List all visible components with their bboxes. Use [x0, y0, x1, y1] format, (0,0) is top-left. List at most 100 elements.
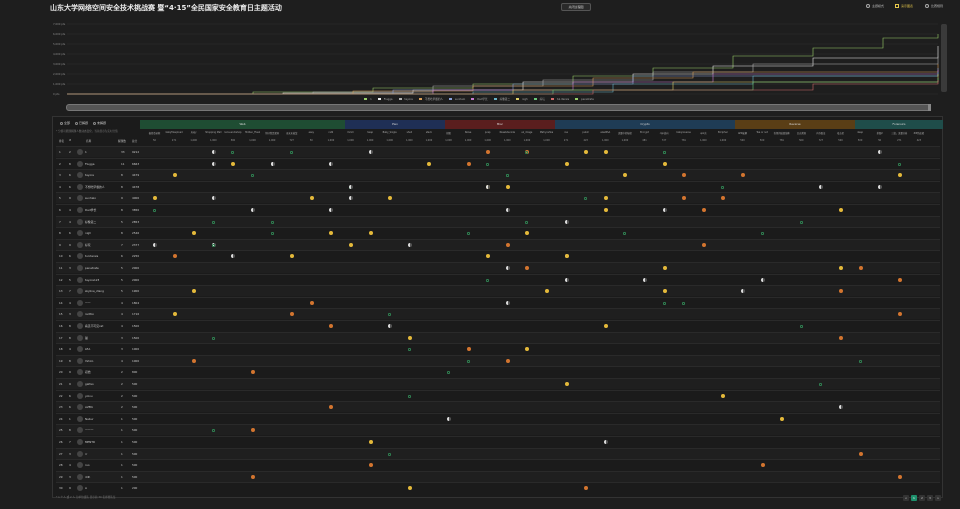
legend-item[interactable]: 不想吃早餐的人 [418, 98, 445, 101]
rules-button[interactable]: 比赛规则 [925, 3, 943, 10]
team-name[interactable]: tayore [85, 173, 117, 177]
legend-item[interactable]: tul.iterais [550, 98, 571, 101]
legend-item[interactable]: penetrate [575, 98, 596, 101]
challenge-name[interactable]: Baby_Single [380, 131, 399, 135]
team-name[interactable]: nigh [85, 231, 117, 235]
team-name[interactable]: ruo [85, 463, 117, 467]
team-name[interactable]: A [85, 486, 117, 490]
legend-item[interactable]: 1 [364, 98, 374, 101]
challenge-name[interactable]: easy [302, 131, 321, 135]
team-name[interactable]: MENTR [85, 440, 117, 444]
legend-item[interactable]: tayore [398, 98, 415, 101]
team-name[interactable]: 初始 [85, 370, 117, 374]
team-name[interactable]: 不想吃早餐的人 [85, 185, 117, 189]
challenge-name[interactable]: cpp逆向 [655, 131, 674, 135]
page-button[interactable]: < [903, 495, 909, 501]
challenge-name[interactable]: lucia.workshop [223, 131, 242, 135]
challenge-name[interactable]: 极简登录框 [145, 131, 164, 135]
challenge-name[interactable]: jiggy [184, 131, 203, 135]
challenge-name[interactable]: heap [361, 131, 380, 135]
team-name[interactable]: tayore123 [85, 278, 117, 282]
challenge-name[interactable]: mmm [341, 131, 360, 135]
time-range-slider[interactable] [66, 104, 931, 111]
challenge-name[interactable]: 你好我是漏洞 [263, 131, 282, 135]
team-name[interactable]: ddh [85, 475, 117, 479]
challenge-name[interactable]: Encrypt [635, 131, 654, 135]
category-header[interactable]: Forensics [855, 120, 943, 129]
team-name[interactable]: 好像第二 [85, 220, 117, 224]
category-header[interactable]: Misc [445, 120, 555, 129]
challenge-name[interactable]: APK破解 [733, 131, 752, 135]
team-name[interactable]: Dad学长 [85, 208, 117, 212]
team-name[interactable]: 1 [85, 150, 117, 154]
challenge-name[interactable]: Tea or not [753, 131, 772, 135]
challenge-name[interactable]: shell [400, 131, 419, 135]
team-name[interactable]: galfeo [85, 382, 117, 386]
challenge-name[interactable]: stack [419, 131, 438, 135]
team-name[interactable]: 好玩 [85, 243, 117, 247]
chart-vertical-scroll[interactable] [941, 24, 947, 92]
challenge-name[interactable]: 奇怪的磁盘镜像 [772, 131, 791, 135]
challenge-name[interactable]: ezezRSA [596, 131, 615, 135]
page-button[interactable]: 1 [911, 495, 917, 501]
team-name[interactable]: aVEIb [85, 405, 117, 409]
challenge-name[interactable]: 三篇，流量分析 [890, 131, 909, 135]
challenge-name[interactable]: Hidden_Flask [243, 131, 262, 135]
legend-item[interactable]: Dad学长 [471, 98, 489, 101]
chart-demo-button[interactable]: 演示图表 [895, 3, 913, 10]
challenge-name[interactable]: ZIP伪加密 [909, 131, 928, 135]
team-name[interactable]: 猫 [85, 336, 117, 340]
category-header[interactable]: Crypto [555, 120, 735, 129]
time-range-handle[interactable] [928, 104, 931, 111]
team-name[interactable]: LEA [85, 347, 117, 351]
challenge-name[interactable]: pcap [478, 131, 497, 135]
team-name[interactable]: rr [85, 452, 117, 456]
team-name[interactable]: 看见不可见cat [85, 324, 117, 328]
challenge-name[interactable]: Matryoshka [537, 131, 556, 135]
team-name[interactable]: skyline_2lang [85, 289, 117, 293]
filter-solved-radio[interactable] [74, 121, 78, 125]
team-name[interactable]: Yahiro [85, 359, 117, 363]
challenge-name[interactable]: rsa [557, 131, 576, 135]
challenge-name[interactable]: 来来来抽奖 [282, 131, 301, 135]
team-name[interactable]: penetrate [85, 266, 117, 270]
challenge-name[interactable]: babyreverse [674, 131, 693, 135]
challenge-name[interactable]: deep [851, 131, 870, 135]
challenge-name[interactable]: 拼图 [439, 131, 458, 135]
team-name[interactable]: Nabur [85, 417, 117, 421]
team-name[interactable]: 一一一 [85, 428, 117, 432]
filter-all-radio[interactable] [60, 121, 63, 125]
category-header[interactable]: Reverse [735, 120, 855, 129]
challenge-name[interactable]: Shopping Mall [204, 131, 223, 135]
legend-item[interactable]: nigh [515, 98, 530, 101]
team-name[interactable]: Flugga [85, 162, 117, 166]
toggle-chart-button[interactable]: 关闭过程图 [561, 3, 591, 11]
team-name[interactable]: sunhalo [85, 196, 117, 200]
page-button[interactable]: 2 [919, 495, 925, 501]
challenge-name[interactable]: 内存取证 [811, 131, 830, 135]
challenge-name[interactable]: Ezcipher [713, 131, 732, 135]
legend-item[interactable]: 好像第二 [493, 98, 512, 101]
challenge-name[interactable]: Noise [459, 131, 478, 135]
team-name[interactable]: yolvu [85, 394, 117, 398]
challenge-name[interactable]: ret2 [321, 131, 340, 135]
challenge-name[interactable]: 拼图2 [870, 131, 889, 135]
challenge-name[interactable]: babyfileupload [165, 131, 184, 135]
page-button[interactable]: > [935, 495, 941, 501]
team-name[interactable]: redfox [85, 312, 117, 316]
team-name[interactable]: 一一 [85, 301, 117, 305]
legend-item[interactable]: 好玩 [533, 98, 547, 101]
legend-item[interactable]: sunhalo [449, 98, 467, 101]
challenge-name[interactable]: 日志溯源 [792, 131, 811, 135]
page-button[interactable]: 3 [927, 495, 933, 501]
challenge-name[interactable]: ez_image [517, 131, 536, 135]
legend-item[interactable]: Flugga [377, 98, 395, 101]
category-header[interactable]: Web [140, 120, 345, 129]
challenge-name[interactable]: pubm [576, 131, 595, 135]
category-header[interactable]: Pwn [345, 120, 445, 129]
challenge-name[interactable]: upx壳 [694, 131, 713, 135]
theme-mode-button[interactable]: 主题模式 [866, 3, 884, 10]
challenge-name[interactable]: 攻击者 [831, 131, 850, 135]
challenge-name[interactable]: Nessbdecode [498, 131, 517, 135]
team-name[interactable]: tul.iterais [85, 254, 117, 258]
